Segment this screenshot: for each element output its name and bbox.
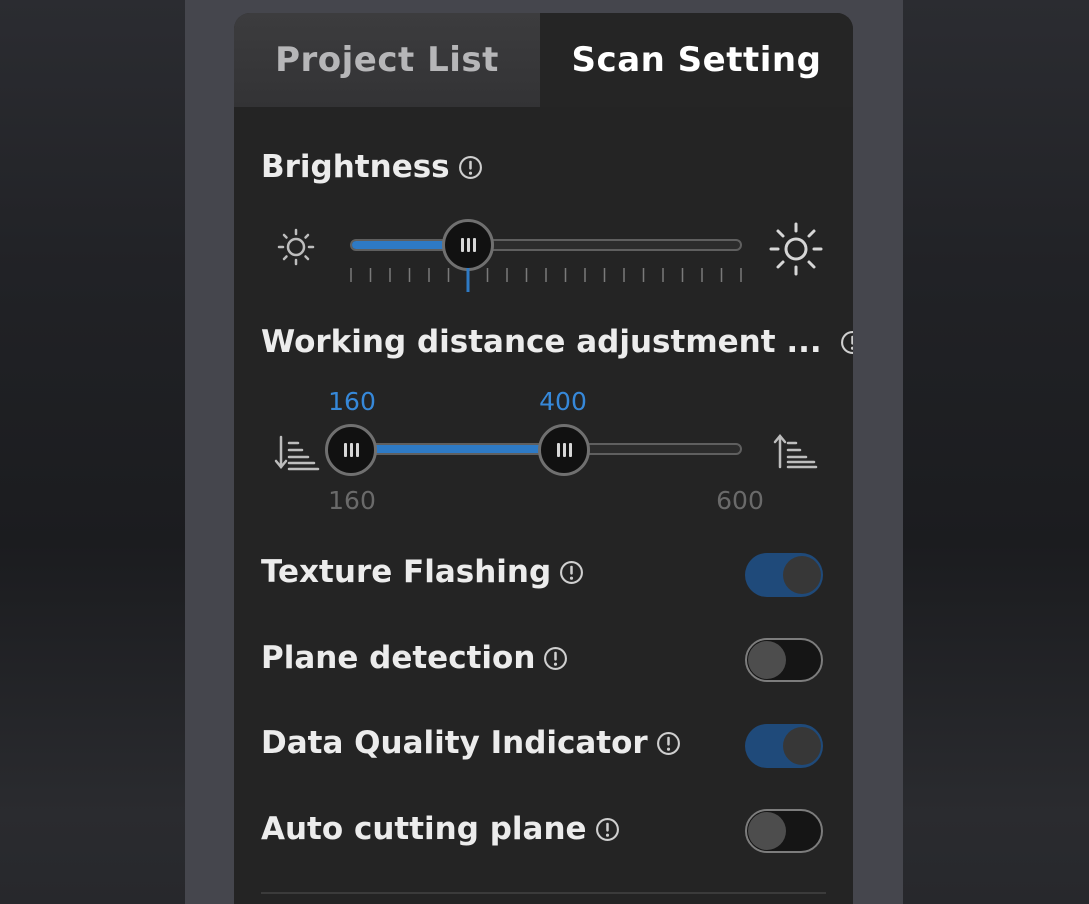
brightness-heading: Brightness — [261, 149, 483, 185]
working-distance-label: Working distance adjustment ... — [261, 324, 822, 360]
plane-detection-label: Plane detection — [261, 640, 536, 676]
data-quality-indicator-heading: Data Quality Indicator — [261, 725, 681, 761]
distance-slider-low-handle[interactable] — [325, 424, 377, 476]
auto-cutting-plane-label: Auto cutting plane — [261, 811, 587, 847]
distance-far-icon — [773, 434, 818, 469]
info-icon[interactable] — [840, 330, 853, 355]
texture-flashing-label: Texture Flashing — [261, 554, 552, 590]
distance-near-icon — [274, 435, 320, 471]
info-icon[interactable] — [595, 817, 620, 842]
toggle-knob — [748, 641, 786, 679]
range-high-value: 400 — [539, 387, 587, 416]
tab-bar: Project List Scan Setting — [234, 13, 853, 107]
toggle-knob — [783, 556, 821, 594]
plane-detection-heading: Plane detection — [261, 640, 568, 676]
data-quality-indicator-label: Data Quality Indicator — [261, 725, 648, 761]
brightness-slider-handle[interactable] — [442, 219, 494, 271]
brightness-low-icon — [277, 228, 315, 266]
auto-cutting-plane-toggle[interactable] — [745, 809, 823, 853]
tab-project-list[interactable]: Project List — [234, 13, 540, 107]
distance-slider-fill — [352, 445, 564, 453]
brightness-tick-scale — [350, 268, 742, 292]
tab-scan-setting[interactable]: Scan Setting — [540, 13, 853, 107]
info-icon[interactable] — [458, 155, 483, 180]
toggle-knob — [783, 727, 821, 765]
range-min-label: 160 — [328, 486, 376, 515]
auto-cutting-plane-heading: Auto cutting plane — [261, 811, 620, 847]
brightness-label: Brightness — [261, 149, 450, 185]
info-icon[interactable] — [543, 646, 568, 671]
texture-flashing-heading: Texture Flashing — [261, 554, 584, 590]
range-low-value: 160 — [328, 387, 376, 416]
info-icon[interactable] — [656, 731, 681, 756]
section-divider — [261, 892, 826, 894]
data-quality-indicator-toggle[interactable] — [745, 724, 823, 768]
range-max-label: 600 — [716, 486, 764, 515]
brightness-high-icon — [769, 222, 823, 276]
texture-flashing-toggle[interactable] — [745, 553, 823, 597]
working-distance-heading: Working distance adjustment ... — [261, 324, 853, 360]
info-icon[interactable] — [559, 560, 584, 585]
distance-slider-high-handle[interactable] — [538, 424, 590, 476]
plane-detection-toggle[interactable] — [745, 638, 823, 682]
scan-settings-panel: Project List Scan Setting Brightness Wor… — [234, 13, 853, 904]
toggle-knob — [748, 812, 786, 850]
